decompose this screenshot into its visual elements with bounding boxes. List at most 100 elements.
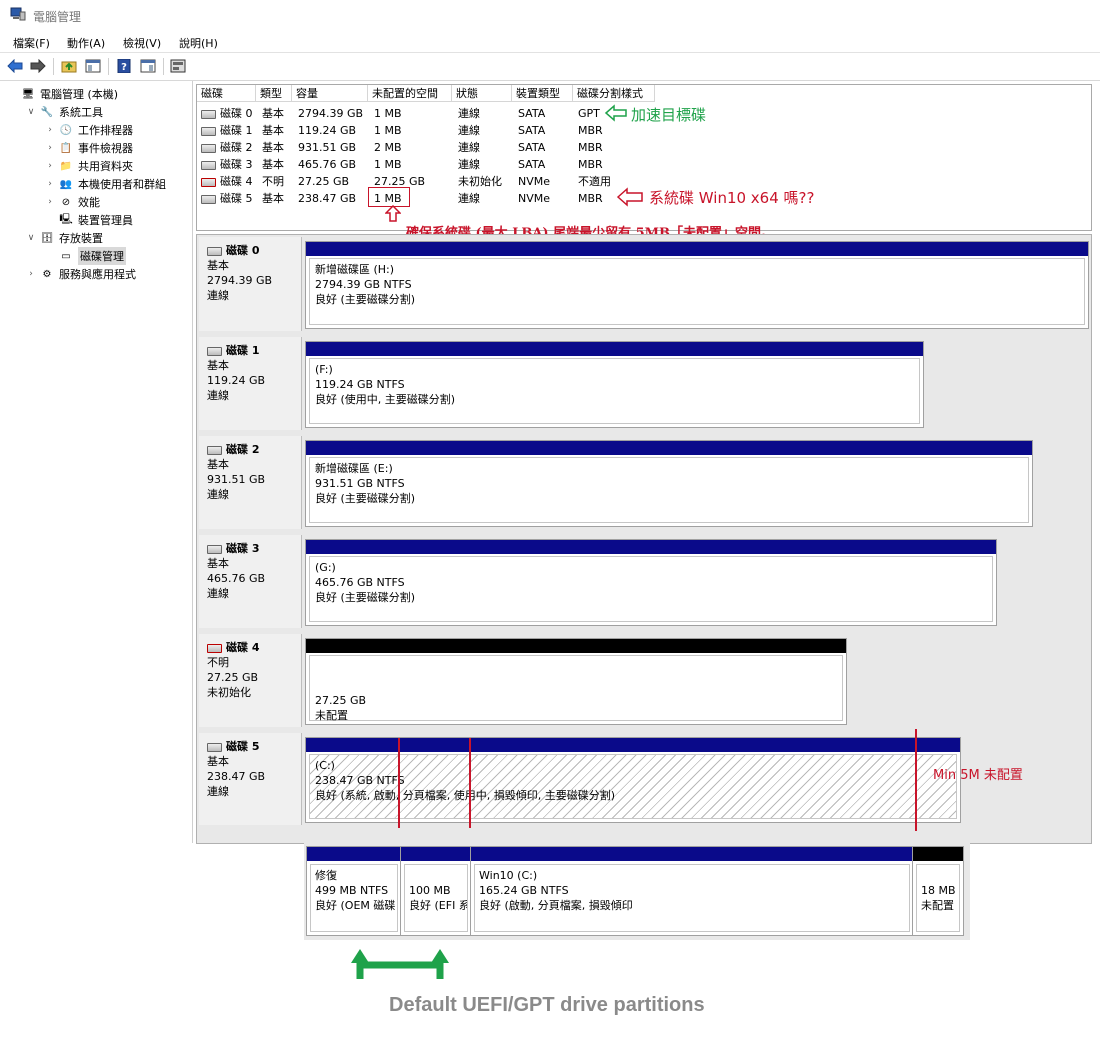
expanded-chevron-icon[interactable]: ∨ [25,107,37,117]
partition-bar [306,540,996,554]
collapsed-chevron-icon[interactable]: › [44,125,56,135]
list-cell-disk[interactable]: 磁碟 2 [201,139,253,156]
list-cell-partition-style: MBR [578,139,603,156]
disk-name: 磁碟 2 [199,436,301,457]
partition-block[interactable]: 新增磁碟區 (E:) 931.51 GB NTFS 良好 (主要磁碟分割) [305,440,1033,527]
expanded-chevron-icon[interactable]: ∨ [25,233,37,243]
list-cell-device-type: SATA [518,156,545,173]
collapsed-chevron-icon[interactable]: › [44,197,56,207]
tree-item[interactable]: ▭ 磁碟管理 [44,247,126,265]
column-header-partition-style[interactable]: 磁碟分割樣式 [573,85,655,102]
cell-text: 基本 [262,141,284,154]
column-header-type[interactable]: 類型 [256,85,292,102]
cell-text: 27.25 GB [298,175,350,188]
action-pane-icon[interactable] [139,57,157,75]
disk-icon [201,109,216,119]
tree-item[interactable]: › 🕓 工作排程器 [44,121,133,139]
partition-block[interactable]: (G:) 465.76 GB NTFS 良好 (主要磁碟分割) [305,539,997,626]
disk-label[interactable]: 磁碟 5 基本 238.47 GB 連線 [199,733,302,825]
green-bracket-arrow-icon [350,945,450,986]
tree-item[interactable]: › 📋 事件檢視器 [44,139,133,157]
disk-status: 連線 [207,587,229,600]
tree-item-label: 共用資料夾 [78,160,133,173]
list-cell-unallocated: 2 MB [374,139,402,156]
performance-icon: ⊘ [61,196,71,208]
disk-label[interactable]: 磁碟 4 不明 27.25 GB 未初始化 [199,634,302,727]
list-cell-capacity: 2794.39 GB [298,105,363,122]
list-cell-disk[interactable]: 磁碟 5 [201,190,253,207]
default-partitions-caption: Default UEFI/GPT drive partitions [389,994,705,1016]
partition-block[interactable]: 27.25 GB 未配置 [305,638,847,725]
list-cell-disk[interactable]: 磁碟 3 [201,156,253,173]
tree-item[interactable]: ∨ 🔧 系統工具 [25,103,103,121]
cell-text: 2 MB [374,141,402,154]
column-header-capacity[interactable]: 容量 [292,85,368,102]
column-header-device-type[interactable]: 裝置類型 [512,85,573,102]
cell-text: SATA [518,107,546,120]
back-arrow-icon[interactable] [6,57,24,75]
menu-view[interactable]: 檢視(V) [123,35,161,51]
disk-label[interactable]: 磁碟 1 基本 119.24 GB 連線 [199,337,302,430]
partition-status: 良好 (EFI 系 [409,899,468,912]
tree-item-label: 服務與應用程式 [59,268,136,281]
tree-item[interactable]: 🖥 電腦管理 (本機) [6,85,118,103]
partition-block[interactable]: (F:) 119.24 GB NTFS 良好 (使用中, 主要磁碟分割) [305,341,924,428]
list-cell-disk[interactable]: 磁碟 0 [201,105,253,122]
partition-status: 未配置 [315,709,348,722]
cell-text: 1 MB [374,107,402,120]
partition-size: 2794.39 GB NTFS [315,278,412,291]
partition-bar [306,738,960,752]
forward-arrow-icon[interactable] [29,57,47,75]
cell-text: 磁碟 5 [220,192,253,205]
collapsed-chevron-icon[interactable]: › [44,179,56,189]
partition-block[interactable]: (C:) 238.47 GB NTFS 良好 (系統, 啟動, 分頁檔案, 使用中,… [305,737,961,823]
list-cell-disk[interactable]: 磁碟 4 [201,173,253,190]
disk-label[interactable]: 磁碟 2 基本 931.51 GB 連線 [199,436,302,529]
list-cell-capacity: 238.47 GB [298,190,356,207]
list-cell-disk[interactable]: 磁碟 1 [201,122,253,139]
tree-item[interactable]: › ⚙ 服務與應用程式 [25,265,136,283]
tree-item[interactable]: 🖳 裝置管理員 [44,211,133,229]
partition-block[interactable]: 新增磁碟區 (H:) 2794.39 GB NTFS 良好 (主要磁碟分割) [305,241,1089,329]
disk-type: 基本 [207,755,229,768]
list-cell-device-type: NVMe [518,190,550,207]
partition-status: 未配置 [921,899,954,912]
tree-item[interactable]: ∨ 🗄 存放裝置 [25,229,103,247]
list-cell-type: 不明 [262,173,284,190]
help-icon[interactable]: ? [115,57,133,75]
menu-help[interactable]: 說明(H) [179,35,218,51]
column-header-unallocated[interactable]: 未配置的空間 [368,85,452,102]
partition-title: Win10 (C:) [479,869,538,882]
toolbar: ? [0,53,1100,81]
cell-text: MBR [578,192,603,205]
zoomed-partition-block[interactable]: 100 MB 良好 (EFI 系 [400,846,472,936]
tree-item[interactable]: › 👥 本機使用者和群組 [44,175,166,193]
tree-item[interactable]: › ⊘ 效能 [44,193,100,211]
disk-name: 磁碟 5 [199,733,301,754]
zoomed-partition-block[interactable]: 18 MB 未配置 [912,846,964,936]
disk-label[interactable]: 磁碟 3 基本 465.76 GB 連線 [199,535,302,628]
min-5m-annotation: Min 5M 未配置 [933,768,1023,783]
disk-properties-icon[interactable] [169,57,187,75]
system-disk-annotation: 系統碟 Win10 x64 嗎?? [649,189,815,207]
tree-item[interactable]: › 📁 共用資料夾 [44,157,133,175]
up-folder-icon[interactable] [60,57,78,75]
disk-label[interactable]: 磁碟 0 基本 2794.39 GB 連線 [199,237,302,331]
console-tree-icon[interactable] [84,57,102,75]
list-cell-device-type: SATA [518,105,545,122]
collapsed-chevron-icon[interactable]: › [44,161,56,171]
zoomed-partition-block[interactable]: Win10 (C:) 165.24 GB NTFS 良好 (啟動, 分頁檔案, 損毀… [470,846,914,936]
menu-action[interactable]: 動作(A) [67,35,105,51]
collapsed-chevron-icon[interactable]: › [44,143,56,153]
partition-status: 良好 (主要磁碟分割) [315,293,416,306]
partition-title [315,678,837,693]
column-header-disk[interactable]: 磁碟 [197,85,256,102]
zoomed-partition-block[interactable]: 修復 499 MB NTFS 良好 (OEM 磁碟 [306,846,402,936]
menu-file[interactable]: 檔案(F) [13,35,50,51]
collapsed-chevron-icon[interactable]: › [25,269,37,279]
tree-item-label: 系統工具 [59,106,103,119]
list-cell-type: 基本 [262,105,284,122]
partition-status: 良好 (主要磁碟分割) [315,492,416,505]
column-header-status[interactable]: 狀態 [452,85,512,102]
list-cell-status: 連線 [458,139,480,156]
